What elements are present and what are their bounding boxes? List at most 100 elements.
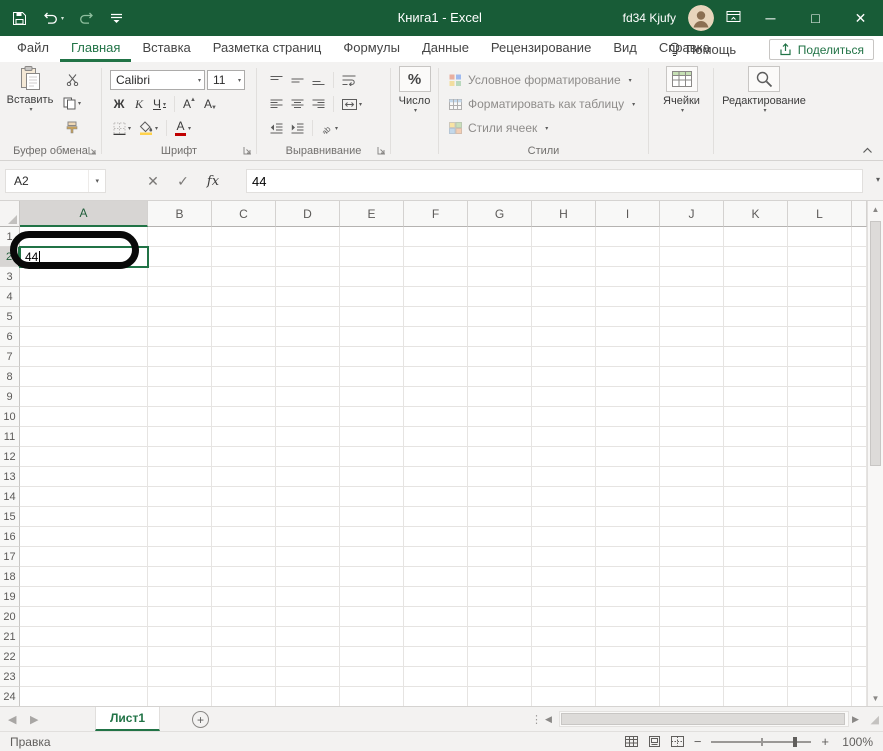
cell[interactable] — [468, 287, 532, 307]
row-header[interactable]: 15 — [0, 507, 20, 527]
cell[interactable] — [468, 527, 532, 547]
column-header[interactable]: F — [404, 201, 468, 227]
row-header[interactable]: 11 — [0, 427, 20, 447]
cell[interactable] — [788, 367, 852, 387]
row-header[interactable]: 24 — [0, 687, 20, 706]
cell[interactable] — [20, 687, 148, 706]
cell[interactable] — [340, 407, 404, 427]
cell[interactable] — [660, 427, 724, 447]
cell[interactable] — [724, 327, 788, 347]
ribbon-tab[interactable]: Данные — [411, 36, 480, 62]
cell[interactable] — [596, 407, 660, 427]
cell[interactable] — [724, 627, 788, 647]
cut-button[interactable] — [60, 69, 84, 89]
cell[interactable] — [532, 627, 596, 647]
cell[interactable] — [660, 627, 724, 647]
cell[interactable] — [148, 487, 212, 507]
paste-dropdown-arrow[interactable]: ▾ — [29, 106, 32, 113]
cell[interactable] — [532, 567, 596, 587]
cell[interactable] — [532, 407, 596, 427]
cell[interactable] — [340, 467, 404, 487]
cell[interactable] — [788, 327, 852, 347]
cell[interactable] — [148, 627, 212, 647]
cell[interactable] — [468, 327, 532, 347]
cell[interactable] — [660, 307, 724, 327]
cell[interactable] — [20, 367, 148, 387]
cell[interactable] — [468, 227, 532, 247]
column-header[interactable]: C — [212, 201, 276, 227]
cell[interactable] — [404, 407, 468, 427]
zoom-slider-thumb[interactable] — [793, 736, 798, 747]
ribbon-tab[interactable]: Вид — [602, 36, 648, 62]
cell[interactable] — [596, 387, 660, 407]
cell[interactable] — [276, 547, 340, 567]
cell[interactable] — [532, 467, 596, 487]
font-color-button[interactable]: А ▾ — [172, 118, 194, 138]
share-button[interactable]: Поделиться — [768, 39, 874, 60]
cell[interactable] — [468, 267, 532, 287]
ribbon-tab[interactable]: Файл — [6, 36, 60, 62]
cell[interactable] — [276, 427, 340, 447]
cell[interactable] — [276, 607, 340, 627]
cell[interactable] — [148, 647, 212, 667]
minimize-button[interactable]: ─ — [748, 0, 793, 36]
column-header[interactable]: L — [788, 201, 852, 227]
cell[interactable] — [148, 527, 212, 547]
tab-help[interactable]: Помощь — [668, 36, 736, 62]
cell[interactable] — [724, 347, 788, 367]
cell[interactable] — [788, 487, 852, 507]
cell[interactable] — [596, 547, 660, 567]
view-page-layout-button[interactable] — [648, 736, 661, 747]
name-box-dropdown-arrow[interactable]: ▾ — [88, 170, 105, 192]
cell[interactable] — [340, 667, 404, 687]
cell[interactable] — [532, 507, 596, 527]
cell[interactable] — [404, 547, 468, 567]
cell[interactable] — [596, 227, 660, 247]
cell[interactable] — [148, 447, 212, 467]
cell[interactable] — [148, 287, 212, 307]
zoom-out-button[interactable]: − — [694, 735, 702, 748]
cell[interactable] — [212, 427, 276, 447]
cell[interactable] — [404, 667, 468, 687]
vertical-scroll-thumb[interactable] — [870, 221, 881, 466]
sheet-nav-left-button[interactable]: ◀ — [8, 707, 16, 732]
cell[interactable] — [148, 667, 212, 687]
cell[interactable] — [724, 447, 788, 467]
cell[interactable] — [724, 527, 788, 547]
cell[interactable] — [468, 487, 532, 507]
row-header[interactable]: 17 — [0, 547, 20, 567]
row-header[interactable]: 5 — [0, 307, 20, 327]
cell[interactable] — [724, 307, 788, 327]
cell[interactable] — [148, 547, 212, 567]
cell[interactable] — [532, 387, 596, 407]
cell[interactable] — [404, 267, 468, 287]
view-normal-button[interactable] — [624, 736, 638, 747]
cell[interactable] — [148, 227, 212, 247]
cell[interactable] — [788, 507, 852, 527]
cell[interactable] — [212, 647, 276, 667]
cell[interactable] — [660, 247, 724, 267]
hscroll-left-arrow[interactable]: ◀ — [545, 707, 552, 732]
cell[interactable] — [596, 287, 660, 307]
cell[interactable] — [788, 627, 852, 647]
cell[interactable] — [212, 247, 276, 267]
cell[interactable] — [340, 267, 404, 287]
cell[interactable] — [212, 347, 276, 367]
wrap-text-button[interactable] — [339, 70, 359, 90]
cell[interactable] — [340, 247, 404, 267]
cell[interactable] — [276, 387, 340, 407]
cell[interactable] — [276, 247, 340, 267]
cell[interactable] — [20, 407, 148, 427]
cell[interactable] — [532, 347, 596, 367]
cell[interactable] — [596, 447, 660, 467]
borders-button[interactable]: ▾ — [110, 118, 134, 138]
cell[interactable] — [468, 407, 532, 427]
cell[interactable] — [788, 527, 852, 547]
cell[interactable] — [404, 307, 468, 327]
redo-button[interactable] — [79, 12, 95, 25]
cell[interactable] — [212, 507, 276, 527]
cell[interactable] — [148, 367, 212, 387]
cell[interactable] — [212, 687, 276, 706]
cell[interactable] — [276, 527, 340, 547]
view-page-break-button[interactable] — [670, 736, 684, 747]
